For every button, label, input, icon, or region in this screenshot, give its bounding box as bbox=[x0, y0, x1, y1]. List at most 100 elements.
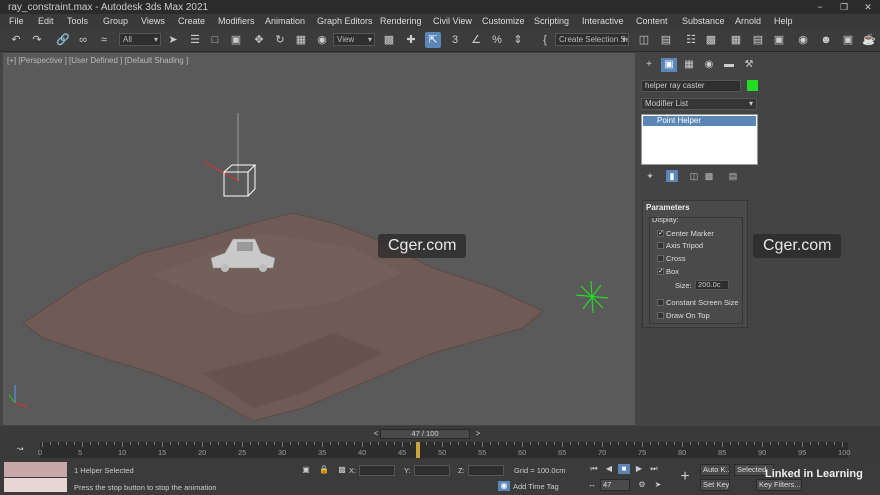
schematic-view-icon[interactable]: ▣ bbox=[771, 32, 787, 48]
x-coordinate-field[interactable] bbox=[359, 465, 395, 476]
menu-edit[interactable]: Edit bbox=[38, 16, 54, 26]
menu-file[interactable]: File bbox=[9, 16, 24, 26]
unlink-icon[interactable]: ∞ bbox=[75, 32, 91, 48]
parameters-header[interactable]: Parameters bbox=[646, 203, 690, 212]
menu-rendering[interactable]: Rendering bbox=[380, 16, 422, 26]
transform-center-icon[interactable]: ✚ bbox=[403, 32, 419, 48]
render-icon[interactable]: ☕ bbox=[861, 32, 877, 48]
prev-key-icon[interactable]: ◀ bbox=[603, 464, 615, 474]
goto-end-icon[interactable]: ⏭ bbox=[648, 464, 660, 474]
motion-tab-icon[interactable]: ◉ bbox=[701, 58, 717, 72]
make-unique-icon[interactable]: ◫ bbox=[688, 170, 700, 182]
time-tag-icon[interactable]: ◉ bbox=[498, 481, 510, 491]
viewport-label[interactable]: [+] [Perspective ] [User Defined ] [Defa… bbox=[7, 56, 188, 65]
lock-selection-icon[interactable]: 🔒 bbox=[318, 465, 330, 475]
draw-on-top-checkbox[interactable] bbox=[657, 312, 664, 319]
redo-icon[interactable]: ↷ bbox=[29, 32, 45, 48]
configure-sets-icon[interactable]: ▤ bbox=[727, 170, 739, 182]
time-config-icon[interactable]: ⚙ bbox=[636, 480, 648, 490]
menu-views[interactable]: Views bbox=[141, 16, 165, 26]
box-checkbox[interactable]: ✓ bbox=[657, 268, 664, 275]
menu-interactive[interactable]: Interactive bbox=[582, 16, 624, 26]
snap-3-icon[interactable]: 3 bbox=[447, 32, 463, 48]
absolute-mode-icon[interactable]: ▩ bbox=[336, 465, 348, 475]
add-key-icon[interactable]: + bbox=[676, 468, 694, 486]
scene-explorer-icon[interactable]: ☷ bbox=[683, 32, 699, 48]
menu-group[interactable]: Group bbox=[103, 16, 128, 26]
size-spinner[interactable]: 200.0c bbox=[695, 280, 729, 290]
set-key-button[interactable]: Set Key bbox=[700, 479, 730, 491]
menu-modifiers[interactable]: Modifiers bbox=[218, 16, 255, 26]
selection-filter-dropdown[interactable]: All bbox=[119, 33, 161, 46]
remove-modifier-icon[interactable]: ▩ bbox=[703, 170, 715, 182]
hierarchy-tab-icon[interactable]: ▦ bbox=[681, 58, 697, 72]
y-coordinate-field[interactable] bbox=[414, 465, 450, 476]
menu-customize[interactable]: Customize bbox=[482, 16, 525, 26]
menu-civil-view[interactable]: Civil View bbox=[433, 16, 472, 26]
cross-checkbox[interactable] bbox=[657, 255, 664, 262]
scale-icon[interactable]: ▦ bbox=[293, 32, 309, 48]
percent-snap-icon[interactable]: % bbox=[489, 32, 505, 48]
pivot-icon[interactable]: ▩ bbox=[381, 32, 397, 48]
menu-arnold[interactable]: Arnold bbox=[735, 16, 761, 26]
menu-scripting[interactable]: Scripting bbox=[534, 16, 569, 26]
constant-screen-size-checkbox[interactable] bbox=[657, 299, 664, 306]
select-object-icon[interactable]: ➤ bbox=[165, 32, 181, 48]
object-name-field[interactable]: helper ray caster bbox=[641, 80, 741, 92]
named-selection-dropdown[interactable]: Create Selection Se bbox=[555, 33, 629, 46]
minimize-button[interactable]: − bbox=[808, 0, 832, 14]
object-color-swatch[interactable] bbox=[747, 80, 758, 91]
ribbon-icon[interactable]: ▦ bbox=[728, 32, 744, 48]
time-slider[interactable]: 47 / 100 bbox=[380, 429, 470, 439]
show-end-result-icon[interactable]: ▮ bbox=[666, 170, 678, 182]
bind-space-warp-icon[interactable]: ≈ bbox=[96, 32, 112, 48]
select-manipulate-icon[interactable]: ⇱ bbox=[425, 32, 441, 48]
render-setup-icon[interactable]: ☻ bbox=[818, 32, 834, 48]
next-key-icon[interactable]: ▶ bbox=[633, 464, 645, 474]
menu-tools[interactable]: Tools bbox=[67, 16, 88, 26]
material-editor-icon[interactable]: ◉ bbox=[795, 32, 811, 48]
link-icon[interactable]: 🔗 bbox=[55, 32, 71, 48]
isolate-icon[interactable]: ▣ bbox=[300, 465, 312, 475]
menu-animation[interactable]: Animation bbox=[265, 16, 305, 26]
mini-curve-icon[interactable]: ↝ bbox=[14, 444, 26, 454]
perspective-viewport[interactable]: [+] [Perspective ] [User Defined ] [Defa… bbox=[3, 53, 635, 425]
menu-graph-editors[interactable]: Graph Editors bbox=[317, 16, 373, 26]
next-frame-arrow-icon[interactable]: > bbox=[472, 429, 484, 439]
utilities-tab-icon[interactable]: ⚒ bbox=[741, 58, 757, 72]
menu-content[interactable]: Content bbox=[636, 16, 668, 26]
rotate-icon[interactable]: ↻ bbox=[272, 32, 288, 48]
angle-snap-icon[interactable]: ∠ bbox=[468, 32, 484, 48]
center-marker-checkbox[interactable]: ✓ bbox=[657, 230, 664, 237]
named-selection-sets-icon[interactable]: { bbox=[537, 32, 553, 48]
rect-selection-icon[interactable]: □ bbox=[207, 32, 223, 48]
mirror-icon[interactable]: ◫ bbox=[636, 32, 652, 48]
ref-coord-dropdown[interactable]: View bbox=[333, 33, 375, 46]
maxscript-listener[interactable] bbox=[4, 462, 67, 477]
curve-editor-icon[interactable]: ▤ bbox=[750, 32, 766, 48]
timeline-playhead[interactable] bbox=[416, 442, 420, 458]
add-time-tag[interactable]: Add Time Tag bbox=[513, 482, 559, 491]
align-icon[interactable]: ▤ bbox=[658, 32, 674, 48]
axis-tripod-checkbox[interactable] bbox=[657, 242, 664, 249]
modify-tab-icon[interactable]: ▣ bbox=[661, 58, 677, 72]
timeline-track[interactable]: 0 5 10 15 20 25 30 35 40 45 50 55 60 65 70 75 80 85 90 95 10… bbox=[38, 442, 851, 458]
z-coordinate-field[interactable] bbox=[468, 465, 504, 476]
key-filters-button[interactable]: Key Filters... bbox=[756, 479, 802, 491]
current-frame-field[interactable]: 47 bbox=[600, 479, 630, 491]
stop-icon[interactable]: ■ bbox=[618, 464, 630, 474]
close-button[interactable]: ✕ bbox=[856, 0, 880, 14]
menu-help[interactable]: Help bbox=[774, 16, 793, 26]
undo-icon[interactable]: ↶ bbox=[8, 32, 24, 48]
menu-substance[interactable]: Substance bbox=[682, 16, 725, 26]
spinner-snap-icon[interactable]: ⇕ bbox=[510, 32, 526, 48]
auto-key-button[interactable]: Auto K... bbox=[700, 464, 730, 476]
place-icon[interactable]: ◉ bbox=[314, 32, 330, 48]
window-crossing-icon[interactable]: ▣ bbox=[228, 32, 244, 48]
key-mode-icon[interactable]: ↔ bbox=[586, 480, 598, 490]
move-icon[interactable]: ✥ bbox=[251, 32, 267, 48]
pin-stack-icon[interactable]: ✦ bbox=[644, 170, 656, 182]
render-frame-icon[interactable]: ▣ bbox=[840, 32, 856, 48]
modifier-stack[interactable]: Point Helper bbox=[641, 114, 758, 165]
maxscript-output[interactable] bbox=[4, 478, 67, 492]
